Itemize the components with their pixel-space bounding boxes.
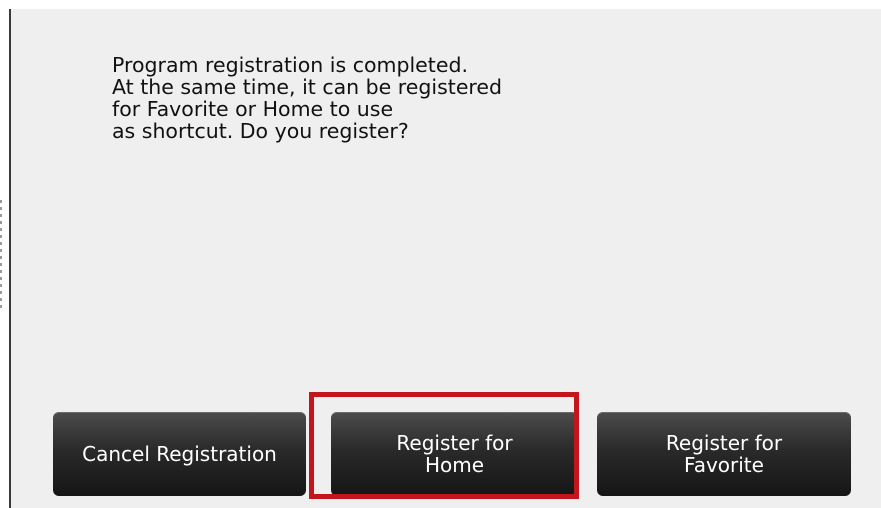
register-for-favorite-button[interactable]: Register for Favorite: [597, 412, 851, 496]
screen-edge-marks: [0, 200, 2, 310]
cancel-registration-button[interactable]: Cancel Registration: [53, 412, 306, 496]
register-for-home-button[interactable]: Register for Home: [331, 412, 578, 496]
dialog-message: Program registration is completed. At th…: [112, 53, 503, 143]
confirmation-dialog: Program registration is completed. At th…: [9, 9, 881, 508]
